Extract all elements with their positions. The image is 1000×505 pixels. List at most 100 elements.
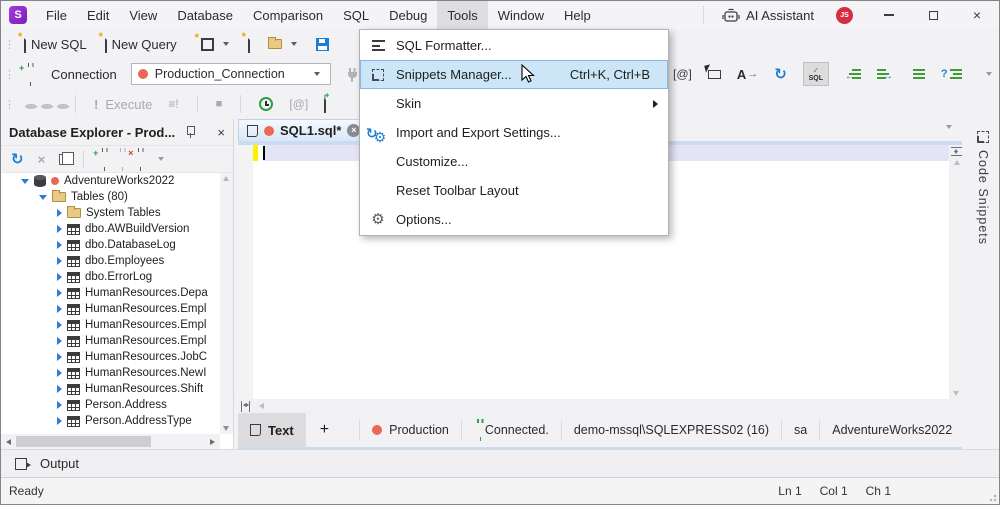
scroll-down-arrow[interactable] (953, 391, 959, 396)
chevron-right-icon[interactable] (57, 273, 62, 281)
menu-help[interactable]: Help (554, 1, 601, 29)
menu-file[interactable]: File (36, 1, 77, 29)
validate-sql-button[interactable]: ✓ SQL (802, 62, 829, 86)
tab-output[interactable]: Output (40, 456, 79, 471)
tree-item-table[interactable]: HumanResources.Shift (1, 381, 220, 397)
menu-sql[interactable]: SQL (333, 1, 379, 29)
explorer-duplicate-icon[interactable] (59, 151, 75, 165)
explorer-close-icon[interactable]: × (217, 125, 225, 140)
tab-text-view[interactable]: Text (238, 413, 306, 447)
tree-item-table[interactable]: HumanResources.JobC (1, 349, 220, 365)
execute-button[interactable]: ! Execute (94, 97, 152, 112)
tree-item-table[interactable]: HumanResources.Empl (1, 301, 220, 317)
tree-item-database[interactable]: AdventureWorks2022 (1, 173, 220, 189)
ai-assistant-button[interactable]: AI Assistant (714, 8, 822, 23)
new-document-dropdown[interactable] (222, 42, 229, 46)
chevron-down-icon[interactable] (21, 178, 29, 184)
chevron-right-icon[interactable] (57, 353, 62, 361)
status-connected[interactable]: Connected. (460, 420, 561, 440)
explorer-toolbar-overflow[interactable] (158, 157, 165, 161)
tree-item-table[interactable]: dbo.ErrorLog (1, 269, 220, 285)
menu-debug[interactable]: Debug (379, 1, 437, 29)
menu-item-customize[interactable]: Customize... (360, 147, 668, 176)
explorer-delete-icon[interactable]: × (38, 152, 46, 167)
scroll-thumb[interactable] (16, 436, 151, 447)
tab-list-dropdown[interactable] (946, 125, 952, 129)
at-mentions-icon[interactable]: [@] (673, 67, 692, 81)
connection-select[interactable]: Production_Connection (130, 63, 331, 85)
tree-item-table[interactable]: Person.Address (1, 397, 220, 413)
chevron-down-icon[interactable] (39, 194, 47, 200)
new-query-button[interactable]: * New Query (99, 31, 182, 55)
toolbar-grip[interactable]: ⋮ (4, 38, 15, 51)
status-connection[interactable]: Production (359, 420, 461, 440)
save-button[interactable] (311, 35, 334, 54)
menu-window[interactable]: Window (488, 1, 554, 29)
chevron-right-icon[interactable] (57, 225, 62, 233)
editor-horizontal-scrollbar[interactable] (238, 399, 949, 413)
chevron-right-icon[interactable] (57, 321, 62, 329)
new-file-button[interactable]: * (242, 31, 255, 55)
tree-item-table[interactable]: Person.AddressType (1, 413, 220, 429)
chevron-right-icon[interactable] (57, 385, 62, 393)
tree-item-table[interactable]: dbo.DatabaseLog (1, 237, 220, 253)
new-sql-button[interactable]: * New SQL (18, 31, 92, 55)
scroll-left-arrow[interactable] (6, 438, 11, 445)
explorer-disconnect-icon[interactable]: × (128, 148, 138, 167)
tree-vertical-scrollbar[interactable] (220, 173, 233, 434)
explorer-connect-icon[interactable] (116, 152, 120, 167)
chevron-right-icon[interactable] (57, 305, 62, 313)
comment-lines-icon[interactable]: ? (941, 68, 962, 80)
menu-item-import-export-settings[interactable]: ↻ ⚙ Import and Export Settings... (360, 118, 668, 147)
user-avatar[interactable]: JS (836, 6, 853, 24)
toolbar-grip[interactable]: ⋮ (4, 98, 15, 111)
scroll-right-arrow[interactable] (210, 438, 215, 445)
tree-horizontal-scrollbar[interactable] (1, 434, 220, 449)
tree-item-table[interactable]: HumanResources.Empl (1, 317, 220, 333)
close-button[interactable]: × (955, 1, 999, 29)
menu-database[interactable]: Database (167, 1, 243, 29)
splitter-handle[interactable] (241, 400, 250, 412)
tree-item-table[interactable]: HumanResources.Depa (1, 285, 220, 301)
splitter-handle[interactable] (951, 147, 962, 156)
scroll-down-arrow[interactable] (223, 426, 229, 431)
menu-item-reset-toolbar-layout[interactable]: Reset Toolbar Layout (360, 176, 668, 205)
format-document-icon[interactable] (909, 68, 925, 80)
tab-code-snippets[interactable]: Code Snippets (969, 131, 997, 245)
increase-indent-icon[interactable]: ← (876, 68, 893, 82)
select-box-icon[interactable] (704, 63, 721, 79)
explorer-new-connection-icon[interactable]: + (93, 148, 102, 167)
tree-item-tables[interactable]: Tables (80) (1, 189, 220, 205)
chevron-right-icon[interactable] (57, 289, 62, 297)
tree-item-system-tables[interactable]: System Tables (1, 205, 220, 221)
chevron-right-icon[interactable] (57, 209, 62, 217)
tree-item-table[interactable]: dbo.AWBuildVersion (1, 221, 220, 237)
tree-item-table[interactable]: dbo.Employees (1, 253, 220, 269)
new-connection-button[interactable]: + (19, 63, 33, 85)
open-file-button[interactable] (263, 36, 287, 52)
resize-grip[interactable] (987, 492, 997, 502)
export-results-icon[interactable]: ↱ (323, 92, 330, 113)
menu-item-snippets-manager[interactable]: Snippets Manager... Ctrl+K, Ctrl+B (360, 60, 668, 89)
status-database[interactable]: AdventureWorks2022 (819, 420, 964, 440)
menu-item-skin[interactable]: Skin (360, 89, 668, 118)
add-view-button[interactable]: + (306, 421, 343, 439)
scroll-up-arrow[interactable] (223, 176, 229, 181)
query-history-icon[interactable] (259, 97, 274, 111)
scroll-left-arrow[interactable] (259, 403, 264, 409)
chevron-right-icon[interactable] (57, 369, 62, 377)
execute-script-icon[interactable]: ≡! (168, 97, 178, 111)
scroll-up-arrow[interactable] (953, 160, 960, 165)
stop-icon[interactable]: ■ (216, 98, 223, 110)
toolbar-overflow-dropdown[interactable] (985, 72, 992, 76)
tree-item-table[interactable]: HumanResources.NewI (1, 365, 220, 381)
status-server[interactable]: demo-mssql\SQLEXPRESS02 (16) (560, 420, 781, 440)
explorer-refresh-icon[interactable]: ↻ (11, 152, 24, 167)
pin-icon[interactable] (186, 126, 196, 138)
decrease-indent-icon[interactable]: ← (845, 68, 861, 82)
menu-view[interactable]: View (119, 1, 167, 29)
chevron-right-icon[interactable] (57, 401, 62, 409)
navigate-icon[interactable]: A → (737, 67, 758, 82)
chevron-right-icon[interactable] (57, 257, 62, 265)
menu-tools[interactable]: Tools (437, 1, 488, 29)
